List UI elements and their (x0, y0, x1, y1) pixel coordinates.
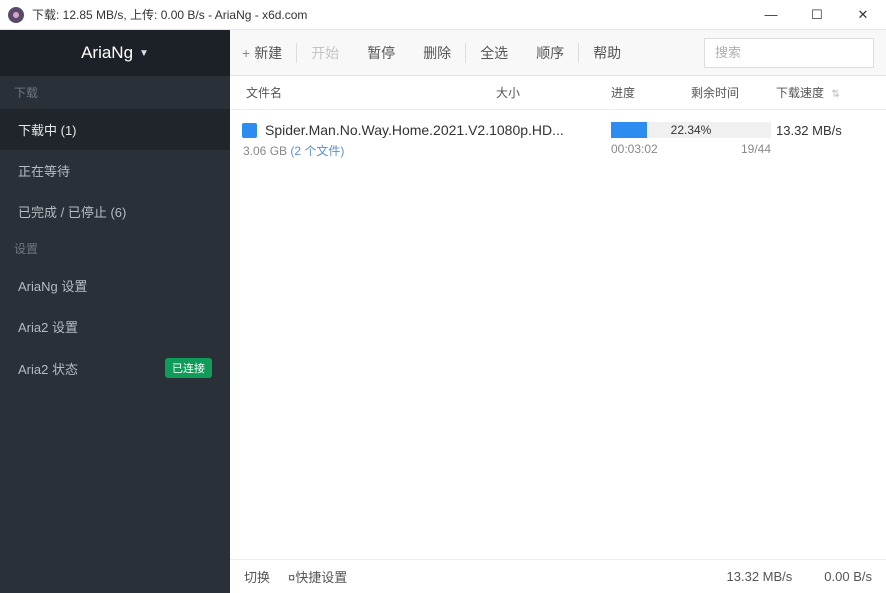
progress-percent: 22.34% (671, 122, 712, 138)
delete-button[interactable]: 删除 (409, 30, 465, 76)
sidebar-item-aria2-settings[interactable]: Aria2 设置 (0, 306, 230, 347)
minimize-button[interactable]: — (748, 0, 794, 30)
plus-icon: + (242, 45, 250, 61)
window-title: 下载: 12.85 MB/s, 上传: 0.00 B/s - AriaNg - … (32, 6, 748, 23)
order-button[interactable]: 顺序 (522, 30, 578, 76)
col-size[interactable]: 大小 (496, 84, 611, 101)
new-button[interactable]: 新建 (250, 30, 296, 76)
col-remain[interactable]: 剩余时间 (691, 84, 776, 101)
col-filename[interactable]: 文件名 (242, 84, 496, 101)
status-upload-speed: 0.00 B/s (824, 569, 872, 584)
sidebar-section-downloads: 下载 (0, 76, 230, 109)
brand[interactable]: AriaNg ▼ (0, 30, 230, 76)
sidebar-item-ariang-settings[interactable]: AriaNg 设置 (0, 265, 230, 306)
table-header: 文件名 大小 进度 剩余时间 下载速度 ⇅ (230, 76, 886, 110)
sidebar-item-label: 正在等待 (18, 161, 70, 180)
sidebar-item-label: Aria2 设置 (18, 317, 78, 336)
sidebar: AriaNg ▼ 下载 下载中 (1) 正在等待 已完成 / 已停止 (6) 设… (0, 30, 230, 593)
sidebar-item-label: AriaNg 设置 (18, 276, 87, 295)
progress-fill (611, 122, 647, 138)
switch-button[interactable]: 切换 (244, 567, 270, 586)
sidebar-item-waiting[interactable]: 正在等待 (0, 150, 230, 191)
sidebar-item-label: 已完成 / 已停止 (6) (18, 202, 126, 221)
task-list: Spider.Man.No.Way.Home.2021.V2.1080p.HD.… (230, 110, 886, 559)
sidebar-item-aria2-status[interactable]: Aria2 状态 已连接 (0, 347, 230, 389)
task-speed: 13.32 MB/s (776, 122, 874, 138)
maximize-button[interactable]: ☐ (794, 0, 840, 30)
brand-label: AriaNg (81, 43, 133, 63)
window-titlebar: 下载: 12.85 MB/s, 上传: 0.00 B/s - AriaNg - … (0, 0, 886, 30)
file-icon (242, 123, 257, 138)
sidebar-item-label: 下载中 (1) (18, 120, 77, 139)
quick-settings-button[interactable]: ¤快捷设置 (288, 567, 347, 586)
col-speed-label: 下载速度 (776, 86, 824, 100)
app-icon (8, 7, 24, 23)
status-download-speed: 13.32 MB/s (727, 569, 793, 584)
pause-button[interactable]: 暂停 (353, 30, 409, 76)
task-size: 3.06 GB (243, 144, 287, 158)
task-filename: Spider.Man.No.Way.Home.2021.V2.1080p.HD.… (265, 122, 564, 138)
sidebar-item-stopped[interactable]: 已完成 / 已停止 (6) (0, 191, 230, 232)
start-button[interactable]: 开始 (297, 30, 353, 76)
status-badge: 已连接 (165, 358, 212, 378)
toolbar: + 新建 开始 暂停 删除 全选 顺序 帮助 (230, 30, 886, 76)
help-button[interactable]: 帮助 (579, 30, 635, 76)
close-button[interactable]: ✕ (840, 0, 886, 30)
col-speed[interactable]: 下载速度 ⇅ (776, 84, 874, 101)
col-progress[interactable]: 进度 (611, 84, 691, 101)
sidebar-item-downloading[interactable]: 下载中 (1) (0, 109, 230, 150)
chevron-down-icon: ▼ (139, 48, 149, 59)
sidebar-item-label: Aria2 状态 (18, 359, 78, 378)
task-peers: 19/44 (741, 142, 771, 156)
selectall-button[interactable]: 全选 (466, 30, 522, 76)
task-eta: 00:03:02 (611, 142, 658, 156)
sidebar-section-settings: 设置 (0, 232, 230, 265)
task-meta: 3.06 GB (2 个文件) (242, 142, 611, 159)
search-input[interactable] (704, 38, 874, 68)
main-panel: + 新建 开始 暂停 删除 全选 顺序 帮助 文件名 大小 进度 剩余时间 下载… (230, 30, 886, 593)
sort-icon: ⇅ (831, 89, 839, 100)
task-files-link[interactable]: (2 个文件) (290, 144, 344, 158)
task-row[interactable]: Spider.Man.No.Way.Home.2021.V2.1080p.HD.… (230, 110, 886, 169)
progress-bar: 22.34% (611, 122, 771, 138)
statusbar: 切换 ¤快捷设置 13.32 MB/s 0.00 B/s (230, 559, 886, 593)
